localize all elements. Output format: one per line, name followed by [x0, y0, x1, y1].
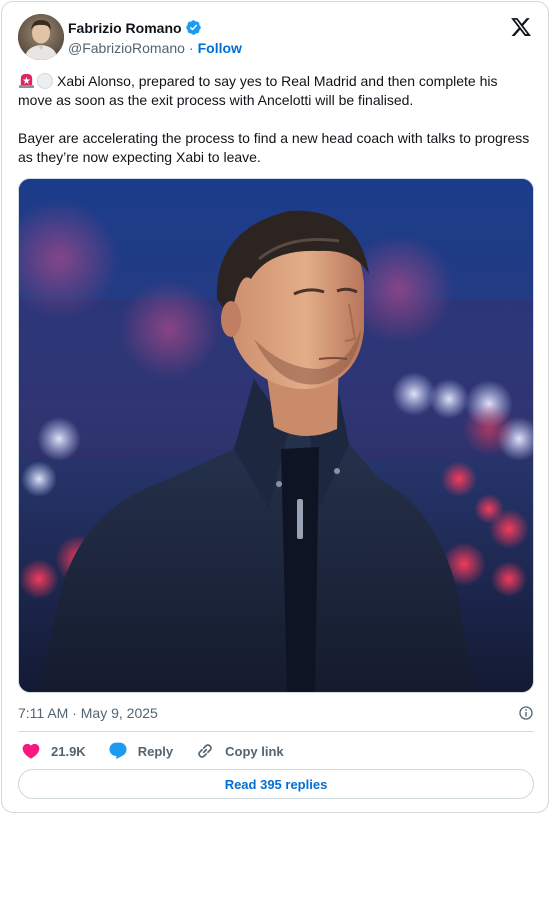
police-siren-icon: [18, 73, 35, 89]
copy-link-button[interactable]: Copy link: [195, 741, 284, 761]
tweet-header: Fabrizio Romano @FabrizioRomano · Follow: [18, 14, 534, 60]
info-icon[interactable]: [518, 705, 534, 721]
author-handle[interactable]: @FabrizioRomano: [68, 40, 185, 56]
tweet-card: Fabrizio Romano @FabrizioRomano · Follow: [1, 1, 549, 813]
heart-icon: [22, 743, 40, 759]
reply-label: Reply: [137, 743, 174, 759]
tweet-meta: 7:11 AM · May 9, 2025: [18, 703, 534, 723]
read-replies-button[interactable]: Read 395 replies: [18, 769, 534, 799]
follow-link[interactable]: Follow: [198, 40, 242, 56]
reply-button[interactable]: Reply: [108, 741, 173, 761]
verified-badge-icon: [185, 20, 201, 35]
tweet-paragraph-2: Bayer are accelerating the process to fi…: [18, 130, 530, 165]
coach-photo-image: [19, 179, 533, 692]
like-button[interactable]: 21.9K: [18, 741, 86, 761]
link-icon: [198, 744, 212, 758]
copy-link-label: Copy link: [225, 743, 284, 759]
timestamp-link[interactable]: 7:11 AM · May 9, 2025: [18, 705, 158, 721]
like-count: 21.9K: [51, 743, 86, 759]
tweet-text: Xabi Alonso, prepared to say yes to Real…: [18, 72, 534, 167]
tweet-actions: 21.9K Reply Copy link: [18, 739, 534, 763]
x-logo-icon[interactable]: [510, 16, 532, 38]
read-replies-label: Read 395 replies: [224, 776, 328, 792]
separator-dot: ·: [188, 39, 194, 56]
tweet-photo[interactable]: [18, 178, 534, 693]
white-circle-icon: [37, 73, 53, 89]
speech-bubble-icon: [109, 742, 127, 760]
avatar[interactable]: [18, 14, 64, 60]
tweet-paragraph-1-text: Xabi Alonso, prepared to say yes to Real…: [18, 73, 498, 108]
divider: [18, 731, 534, 732]
tweet-paragraph-1: Xabi Alonso, prepared to say yes to Real…: [18, 72, 534, 110]
author-info: Fabrizio Romano @FabrizioRomano · Follow: [68, 18, 242, 57]
display-name[interactable]: Fabrizio Romano: [68, 20, 182, 36]
